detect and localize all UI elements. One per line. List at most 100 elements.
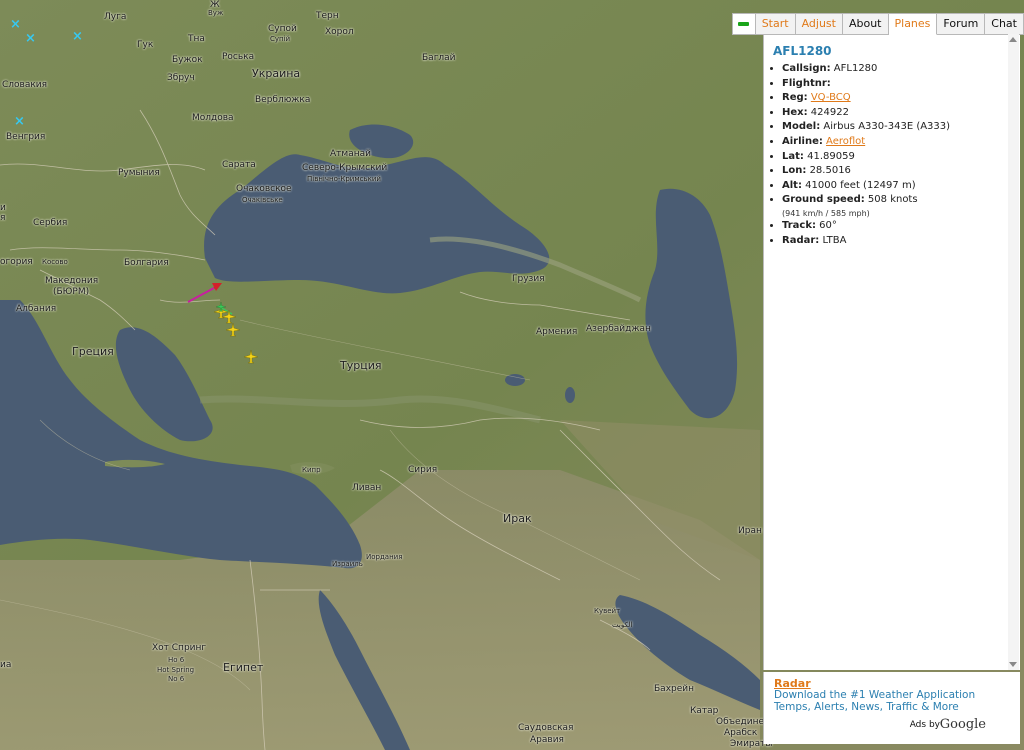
track-row: Track: 60° bbox=[782, 219, 1020, 234]
track-label: Track: bbox=[782, 219, 816, 231]
ad-line-2[interactable]: Temps, Alerts, News, Traffic & More bbox=[774, 701, 959, 713]
ground-speed-conversion: (941 km/h / 585 mph) bbox=[782, 208, 870, 218]
flight-details-list: Callsign: AFL1280 Flightnr: Reg: VQ-BCQ … bbox=[764, 62, 1020, 248]
map-label: Турция bbox=[340, 359, 382, 372]
tab-planes[interactable]: Planes bbox=[888, 13, 938, 35]
map-label: Грузия bbox=[512, 274, 545, 284]
map-label: иа bbox=[0, 660, 12, 670]
map-label: Очаківське bbox=[242, 196, 283, 204]
hex-row: Hex: 424922 bbox=[782, 106, 1020, 121]
aircraft-icon[interactable] bbox=[216, 302, 226, 312]
tab-forum[interactable]: Forum bbox=[937, 13, 986, 35]
reg-link[interactable]: VQ-BCQ bbox=[811, 92, 851, 103]
map-label: Словакия bbox=[2, 80, 48, 90]
map-label: Но 6 bbox=[168, 656, 185, 664]
map-label: Супій bbox=[270, 35, 291, 43]
map-label: Азербайджан bbox=[586, 324, 651, 334]
map-label: Сирия bbox=[408, 465, 438, 475]
callsign-label: Callsign: bbox=[782, 63, 831, 74]
flightnr-label: Flightnr: bbox=[782, 77, 831, 89]
map-label: Кувейт bbox=[594, 607, 621, 615]
map-label: Египет bbox=[223, 661, 264, 674]
x-marker-icon[interactable]: × bbox=[25, 32, 37, 45]
alt-row: Alt: 41000 feet (12497 m) bbox=[782, 179, 1020, 194]
map-label: Збруч bbox=[167, 73, 195, 83]
tab-start[interactable]: Start bbox=[755, 13, 796, 35]
x-marker-icon[interactable]: × bbox=[14, 115, 26, 128]
map-label: Израиль bbox=[332, 560, 363, 568]
map-label: Ливан bbox=[352, 483, 382, 493]
ad-line-1[interactable]: Download the #1 Weather Application bbox=[774, 689, 975, 701]
ground-speed-label: Ground speed: bbox=[782, 194, 865, 206]
ground-speed-row: Ground speed: 508 knots (941 km/h / 585 m… bbox=[782, 193, 1020, 219]
panel-scrollbar[interactable] bbox=[1008, 34, 1019, 670]
map-label: Роська bbox=[222, 52, 255, 62]
scroll-down-icon[interactable] bbox=[1009, 662, 1017, 667]
model-value: Airbus A330-343E (A333) bbox=[823, 121, 951, 133]
map-label: Албания bbox=[16, 304, 57, 314]
map-label: Молдова bbox=[192, 113, 234, 123]
map-label: Иордания bbox=[366, 553, 403, 561]
map-label: Румыния bbox=[118, 168, 160, 178]
ads-by-label: Ads by bbox=[909, 720, 940, 730]
model-label: Model: bbox=[782, 121, 821, 133]
map-label: Хот Спринг bbox=[152, 643, 207, 653]
map-label: Греция bbox=[72, 345, 114, 358]
map-label: Саудовская bbox=[518, 723, 574, 733]
map-label: Сарата bbox=[222, 160, 256, 170]
map-label: Вуж bbox=[208, 9, 224, 17]
hex-value: 424922 bbox=[810, 106, 849, 118]
map-label: Хорол bbox=[325, 27, 354, 37]
map-label: Македония bbox=[45, 276, 99, 286]
map-label: Армения bbox=[536, 327, 578, 337]
tab-about[interactable]: About bbox=[842, 13, 889, 35]
map-label: Північно-Кримський bbox=[307, 175, 381, 183]
map-label: Атманай bbox=[330, 149, 371, 159]
map-label: Венгрия bbox=[6, 132, 46, 142]
lat-value: 41.89059 bbox=[807, 150, 855, 162]
flight-info-panel: AFL1280 Callsign: AFL1280 Flightnr: Reg:… bbox=[763, 34, 1020, 670]
alt-value: 41000 feet (12497 m) bbox=[805, 179, 916, 191]
map-label: Северо-Крымский bbox=[302, 163, 388, 173]
airline-row: Airline: Aeroflot bbox=[782, 135, 1020, 150]
tab-chat[interactable]: Chat bbox=[985, 13, 1024, 35]
map-label: Иран bbox=[738, 526, 762, 536]
map-label: Кипр bbox=[302, 466, 321, 474]
map-label: (БЮРМ) bbox=[53, 287, 90, 297]
radar-label: Radar: bbox=[782, 234, 820, 246]
x-marker-icon[interactable]: × bbox=[72, 30, 84, 43]
tab-bar: Start Adjust About Planes Forum Chat bbox=[731, 13, 1024, 35]
aircraft-icon[interactable] bbox=[222, 310, 236, 324]
airline-link[interactable]: Aeroflot bbox=[826, 136, 865, 147]
lat-row: Lat: 41.89059 bbox=[782, 150, 1020, 165]
map-label: Гук bbox=[137, 40, 154, 50]
aircraft-icon[interactable] bbox=[226, 323, 240, 337]
radar-row: Radar: LTBA bbox=[782, 234, 1020, 249]
google-logo[interactable]: Google bbox=[940, 717, 986, 732]
lon-label: Lon: bbox=[782, 165, 807, 177]
x-marker-icon[interactable]: × bbox=[10, 18, 22, 31]
map-label: Арабск bbox=[724, 728, 758, 738]
map-label: الكويت bbox=[612, 621, 633, 629]
ground-speed-value: 508 knots bbox=[867, 194, 918, 206]
tab-adjust[interactable]: Adjust bbox=[795, 13, 843, 35]
map-label: я bbox=[0, 213, 6, 223]
map-label: Супой bbox=[268, 24, 297, 34]
lon-row: Lon: 28.5016 bbox=[782, 164, 1020, 179]
lat-label: Lat: bbox=[782, 150, 804, 162]
map-label: Болгария bbox=[124, 258, 169, 268]
collapse-button[interactable] bbox=[731, 13, 756, 35]
track-value: 60° bbox=[819, 219, 837, 231]
map-label: Сербия bbox=[33, 218, 68, 228]
map-label: Луга bbox=[104, 12, 127, 22]
map-label: Терн bbox=[316, 11, 339, 21]
radar-value: LTBA bbox=[822, 234, 847, 246]
hex-label: Hex: bbox=[782, 106, 808, 118]
map-label: Ирак bbox=[503, 512, 532, 525]
aircraft-icon[interactable] bbox=[244, 350, 258, 364]
map-label: Баглай bbox=[422, 53, 456, 63]
map-label: Катар bbox=[690, 706, 719, 716]
scroll-up-icon[interactable] bbox=[1009, 37, 1017, 42]
flightnr-row: Flightnr: bbox=[782, 77, 1020, 92]
reg-row: Reg: VQ-BCQ bbox=[782, 91, 1020, 106]
